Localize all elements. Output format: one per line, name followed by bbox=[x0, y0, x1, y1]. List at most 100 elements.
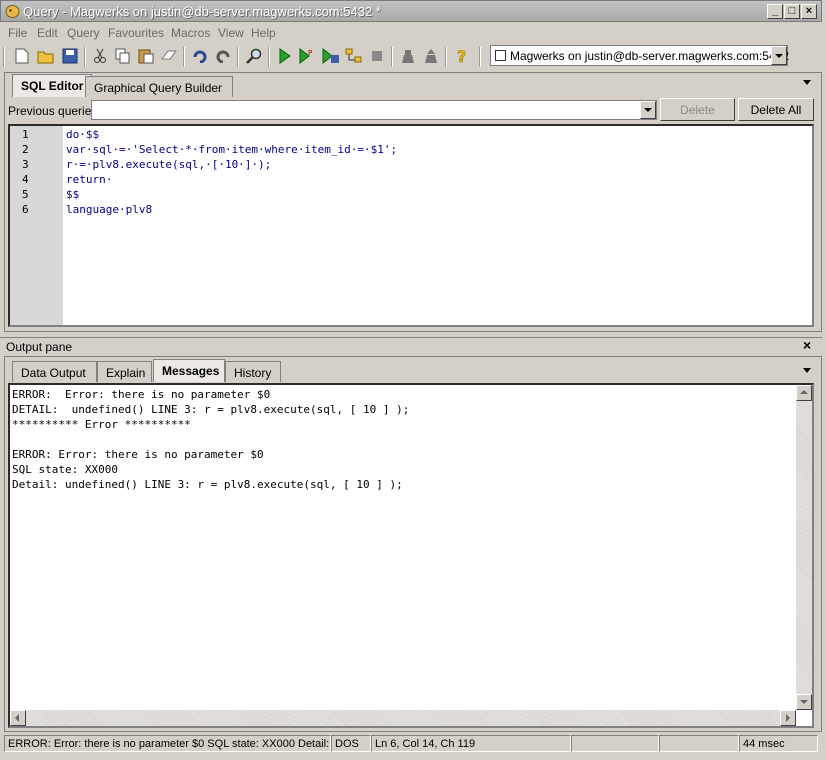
menu-bar: File Edit Query Favourites Macros View H… bbox=[0, 22, 822, 43]
line-number: 1 bbox=[22, 128, 29, 141]
execute-icon[interactable] bbox=[275, 46, 295, 66]
tab-sql-editor[interactable]: SQL Editor bbox=[12, 74, 93, 97]
toolbar-separator bbox=[237, 47, 239, 67]
toolbar-separator bbox=[268, 47, 270, 67]
tab-messages[interactable]: Messages bbox=[153, 359, 225, 382]
stop-icon[interactable] bbox=[367, 46, 387, 66]
connection-checkbox[interactable] bbox=[495, 50, 506, 61]
status-cursor-position: Ln 6, Col 14, Ch 119 bbox=[371, 735, 571, 752]
toolbar-separator bbox=[445, 47, 447, 67]
toolbar-separator bbox=[479, 47, 481, 67]
open-folder-icon[interactable] bbox=[36, 46, 56, 66]
new-file-icon[interactable] bbox=[12, 46, 32, 66]
menu-file[interactable]: File bbox=[8, 26, 27, 40]
chevron-down-icon bbox=[800, 700, 808, 704]
menu-view[interactable]: View bbox=[218, 26, 244, 40]
message-line: ERROR: Error: there is no parameter $0 bbox=[12, 448, 264, 461]
execute-to-file-icon[interactable] bbox=[321, 46, 341, 66]
line-number-gutter bbox=[10, 126, 63, 325]
scroll-down-button[interactable] bbox=[796, 694, 812, 710]
status-bar: ERROR: Error: there is no parameter $0 S… bbox=[0, 733, 822, 753]
app-elephant-icon bbox=[5, 5, 20, 18]
status-message: ERROR: Error: there is no parameter $0 S… bbox=[4, 735, 331, 752]
tab-data-output[interactable]: Data Output bbox=[12, 361, 97, 382]
previous-queries-label: Previous queries bbox=[8, 104, 98, 118]
previous-queries-dropdown-button[interactable] bbox=[640, 101, 656, 119]
svg-text:P: P bbox=[308, 49, 312, 57]
menu-edit[interactable]: Edit bbox=[37, 26, 58, 40]
line-number: 6 bbox=[22, 203, 29, 216]
minimize-button[interactable]: _ bbox=[767, 4, 783, 19]
toolbar-separator bbox=[84, 47, 86, 67]
paste-icon[interactable] bbox=[136, 46, 156, 66]
status-empty bbox=[571, 735, 659, 752]
vacuum-icon[interactable] bbox=[421, 46, 441, 66]
tab-list-dropdown-icon[interactable] bbox=[803, 368, 811, 373]
menu-macros[interactable]: Macros bbox=[171, 26, 210, 40]
line-number: 4 bbox=[22, 173, 29, 186]
save-icon[interactable] bbox=[60, 46, 80, 66]
find-icon[interactable] bbox=[244, 46, 264, 66]
code-line[interactable]: return· bbox=[66, 173, 112, 186]
output-pane-title: Output pane bbox=[6, 340, 73, 354]
connection-dropdown-button[interactable] bbox=[771, 46, 787, 65]
clear-icon[interactable] bbox=[159, 46, 179, 66]
redo-icon[interactable] bbox=[213, 46, 233, 66]
execute-pgscript-icon[interactable]: P bbox=[298, 46, 318, 66]
explain-analyze-icon[interactable] bbox=[398, 46, 418, 66]
tab-list-dropdown-icon[interactable] bbox=[803, 80, 811, 85]
message-line: Detail: undefined() LINE 3: r = plv8.exe… bbox=[12, 478, 403, 491]
toolbar-separator bbox=[183, 47, 185, 67]
undo-icon[interactable] bbox=[190, 46, 210, 66]
code-line[interactable]: language·plv8 bbox=[66, 203, 152, 216]
line-number: 2 bbox=[22, 143, 29, 156]
svg-text:?: ? bbox=[457, 48, 466, 64]
code-line[interactable]: do·$$ bbox=[66, 128, 99, 141]
messages-output[interactable]: ERROR: Error: there is no parameter $0 D… bbox=[8, 383, 814, 728]
code-line[interactable]: $$ bbox=[66, 188, 79, 201]
tab-history[interactable]: History bbox=[225, 361, 281, 382]
cut-icon[interactable] bbox=[90, 46, 110, 66]
toolbar-grip bbox=[3, 47, 5, 67]
scroll-left-button[interactable] bbox=[10, 710, 26, 726]
menu-favourites[interactable]: Favourites bbox=[108, 26, 164, 40]
connection-select[interactable]: Magwerks on justin@db-server.magwerks.co… bbox=[490, 45, 789, 66]
copy-icon[interactable] bbox=[113, 46, 133, 66]
code-line[interactable]: var·sql·=·'Select·*·from·item·where·item… bbox=[66, 143, 397, 156]
help-icon[interactable]: ? bbox=[452, 46, 472, 66]
output-pane-header: Output pane × bbox=[0, 337, 822, 356]
status-line-ending: DOS bbox=[331, 735, 371, 752]
status-empty bbox=[659, 735, 739, 752]
menu-query[interactable]: Query bbox=[67, 26, 100, 40]
title-bar: Query - Magwerks on justin@db-server.mag… bbox=[0, 0, 822, 22]
menu-help[interactable]: Help bbox=[251, 26, 276, 40]
tab-explain[interactable]: Explain bbox=[97, 361, 152, 382]
chevron-down-icon bbox=[775, 53, 783, 58]
maximize-button[interactable]: □ bbox=[784, 4, 800, 19]
chevron-right-icon bbox=[786, 714, 790, 722]
vertical-scrollbar[interactable] bbox=[796, 385, 812, 710]
close-window-button[interactable]: × bbox=[801, 4, 817, 19]
code-line[interactable]: r·=·plv8.execute(sql,·[·10·]·); bbox=[66, 158, 271, 171]
scroll-up-button[interactable] bbox=[796, 385, 812, 401]
line-number: 3 bbox=[22, 158, 29, 171]
sql-editor[interactable]: 1 2 3 4 5 6 do·$$ var·sql·=·'Select·*·fr… bbox=[8, 124, 814, 327]
previous-queries-select[interactable] bbox=[91, 100, 657, 120]
message-line: DETAIL: undefined() LINE 3: r = plv8.exe… bbox=[12, 403, 410, 416]
close-icon[interactable]: × bbox=[803, 337, 811, 353]
message-line: ********** Error ********** bbox=[12, 418, 191, 431]
message-line: SQL state: XX000 bbox=[12, 463, 118, 476]
horizontal-scrollbar[interactable] bbox=[10, 710, 796, 726]
delete-all-button[interactable]: Delete All bbox=[738, 98, 814, 121]
explain-icon[interactable] bbox=[344, 46, 364, 66]
toolbar-separator bbox=[391, 47, 393, 67]
status-timing: 44 msec bbox=[739, 735, 818, 752]
connection-label: Magwerks on justin@db-server.magwerks.co… bbox=[510, 49, 789, 63]
window-title: Query - Magwerks on justin@db-server.mag… bbox=[23, 4, 381, 19]
scroll-right-button[interactable] bbox=[780, 710, 796, 726]
chevron-up-icon bbox=[800, 390, 808, 394]
tab-graphical-query-builder[interactable]: Graphical Query Builder bbox=[85, 76, 233, 97]
chevron-down-icon bbox=[644, 108, 652, 112]
line-number: 5 bbox=[22, 188, 29, 201]
delete-button[interactable]: Delete bbox=[660, 98, 735, 121]
